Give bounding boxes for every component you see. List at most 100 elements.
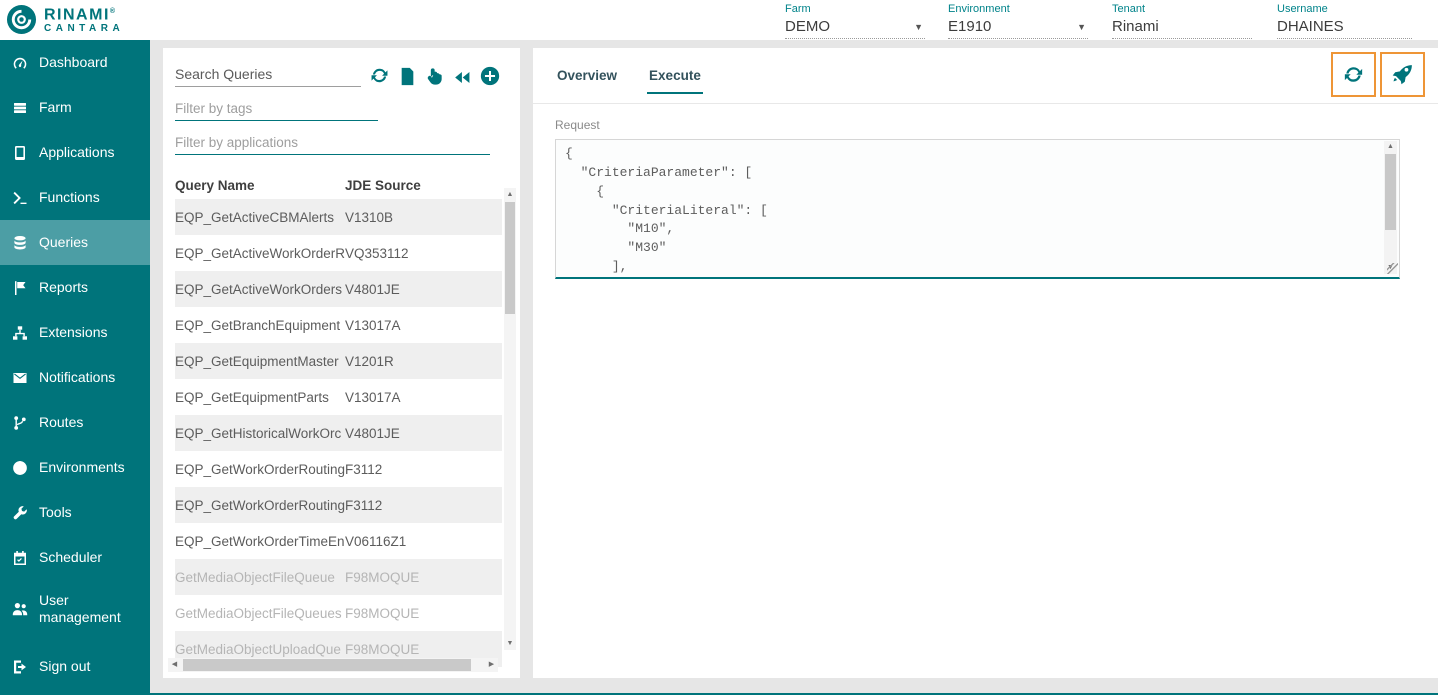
table-row[interactable]: EQP_GetBranchEquipmentV13017A — [175, 307, 502, 343]
notifications-icon — [12, 369, 29, 386]
query-toolbar — [163, 48, 520, 87]
farm-label: Farm — [785, 3, 925, 16]
rocket-icon — [1390, 62, 1415, 87]
queries-icon — [12, 234, 29, 251]
sidebar-item-tools[interactable]: Tools — [0, 490, 150, 535]
table-row[interactable]: EQP_GetWorkOrderTimeEnV06116Z1 — [175, 523, 502, 559]
environment-select[interactable]: E1910 ▼ — [948, 16, 1088, 39]
sidebar-item-user-management[interactable]: User management — [0, 580, 150, 638]
sidebar-item-extensions[interactable]: Extensions — [0, 310, 150, 355]
tabs-bar: Overview Execute — [533, 48, 1438, 104]
table-row[interactable]: EQP_GetWorkOrderRoutingF3112 — [175, 487, 502, 523]
user-management-icon — [12, 601, 29, 618]
table-row[interactable]: GetMediaObjectFileQueueF98MOQUE — [175, 559, 502, 595]
farm-icon — [12, 99, 29, 116]
top-header: RINAMI® CANTARA Farm DEMO ▼ Environment … — [0, 0, 1438, 40]
search-queries-input[interactable] — [175, 62, 361, 87]
query-list-horizontal-scrollbar[interactable]: ◀ ▶ — [168, 658, 498, 672]
dashboard-icon — [12, 54, 29, 71]
request-json-textarea[interactable]: { "CriteriaParameter": [ { "CriteriaLite… — [555, 139, 1400, 279]
rinami-logo-icon — [6, 4, 37, 35]
farm-select[interactable]: DEMO ▼ — [785, 16, 925, 39]
tenant-field: Tenant Rinami — [1112, 3, 1252, 39]
username-value: DHAINES — [1277, 16, 1412, 39]
column-header-query-name[interactable]: Query Name — [175, 178, 345, 193]
tenant-value: Rinami — [1112, 16, 1252, 39]
table-row[interactable]: GetMediaObjectFileQueuesF98MOQUE — [175, 595, 502, 631]
scroll-right-icon[interactable]: ▶ — [485, 658, 498, 672]
request-label: Request — [555, 118, 1416, 132]
applications-icon — [12, 144, 29, 161]
fast-backward-icon[interactable] — [451, 68, 472, 87]
sidebar-item-sign-out[interactable]: Sign out — [0, 644, 150, 689]
brand: RINAMI® CANTARA — [6, 4, 124, 35]
sidebar-item-applications[interactable]: Applications — [0, 130, 150, 175]
scroll-up-icon[interactable]: ▲ — [504, 188, 516, 201]
brand-text: RINAMI® CANTARA — [44, 4, 124, 35]
environment-label: Environment — [948, 3, 1088, 16]
farm-value: DEMO — [785, 16, 830, 38]
scroll-down-icon[interactable]: ▼ — [504, 637, 516, 650]
username-label: Username — [1277, 3, 1412, 16]
query-table: Query Name JDE Source EQP_GetActiveCBMAl… — [175, 171, 502, 667]
table-row[interactable]: EQP_GetEquipmentPartsV13017A — [175, 379, 502, 415]
sidebar-item-notifications[interactable]: Notifications — [0, 355, 150, 400]
table-row[interactable]: EQP_GetActiveCBMAlertsV1310B — [175, 199, 502, 235]
table-row[interactable]: EQP_GetHistoricalWorkOrcV4801JE — [175, 415, 502, 451]
extensions-icon — [12, 324, 29, 341]
sign-out-icon — [12, 658, 29, 675]
registered-mark: ® — [110, 8, 115, 15]
sidebar-item-farm[interactable]: Farm — [0, 85, 150, 130]
sidebar-item-functions[interactable]: Functions — [0, 175, 150, 220]
filter-tags-input[interactable] — [175, 96, 378, 121]
refresh-icon — [1341, 62, 1366, 87]
scheduler-icon — [12, 549, 29, 566]
environments-icon — [12, 459, 29, 476]
functions-icon — [12, 189, 29, 206]
sidebar-item-scheduler[interactable]: Scheduler — [0, 535, 150, 580]
hand-pointer-icon[interactable] — [424, 66, 444, 87]
table-row[interactable]: EQP_GetActiveWorkOrderRVQ353112 — [175, 235, 502, 271]
table-body: EQP_GetActiveCBMAlertsV1310B EQP_GetActi… — [175, 199, 502, 667]
sidebar-item-queries[interactable]: Queries — [0, 220, 150, 265]
refresh-button[interactable] — [1331, 52, 1376, 97]
filter-applications-input[interactable] — [175, 130, 490, 155]
query-list-vertical-scrollbar[interactable]: ▲ ▼ — [504, 188, 516, 650]
tab-overview[interactable]: Overview — [555, 48, 619, 103]
action-buttons — [1331, 52, 1425, 97]
execute-tab-content: Request { "CriteriaParameter": [ { "Crit… — [533, 104, 1438, 279]
tenant-label: Tenant — [1112, 3, 1252, 16]
scroll-left-icon[interactable]: ◀ — [168, 658, 181, 672]
reports-icon — [12, 279, 29, 296]
scrollbar-thumb[interactable] — [1385, 154, 1396, 230]
brand-name: RINAMI® — [44, 4, 124, 23]
routes-icon — [12, 414, 29, 431]
main-content: Query Name JDE Source EQP_GetActiveCBMAl… — [150, 40, 1438, 695]
scroll-up-icon[interactable]: ▲ — [1384, 141, 1397, 153]
table-row[interactable]: EQP_GetActiveWorkOrdersV4801JE — [175, 271, 502, 307]
chevron-down-icon: ▼ — [914, 16, 923, 38]
sidebar-item-reports[interactable]: Reports — [0, 265, 150, 310]
add-query-icon[interactable] — [479, 65, 501, 87]
export-excel-icon[interactable] — [398, 66, 417, 87]
scrollbar-thumb[interactable] — [505, 202, 515, 314]
table-row[interactable]: EQP_GetEquipmentMasterV1201R — [175, 343, 502, 379]
sync-queries-icon[interactable] — [368, 64, 391, 87]
tools-icon — [12, 504, 29, 521]
username-field: Username DHAINES — [1277, 3, 1412, 39]
sidebar: Dashboard Farm Applications Functions Qu… — [0, 40, 150, 695]
tab-execute[interactable]: Execute — [647, 48, 703, 103]
request-scrollbar[interactable]: ▲ ▼ — [1384, 141, 1397, 274]
column-header-jde-source[interactable]: JDE Source — [345, 178, 502, 193]
execute-query-button[interactable] — [1380, 52, 1425, 97]
environment-field: Environment E1910 ▼ — [948, 3, 1088, 39]
table-header: Query Name JDE Source — [175, 171, 502, 199]
environment-value: E1910 — [948, 16, 991, 38]
sidebar-item-dashboard[interactable]: Dashboard — [0, 40, 150, 85]
scrollbar-thumb[interactable] — [183, 659, 471, 671]
brand-subname: CANTARA — [44, 23, 124, 35]
sidebar-item-environments[interactable]: Environments — [0, 445, 150, 490]
resize-grip[interactable] — [1387, 263, 1398, 274]
table-row[interactable]: EQP_GetWorkOrderRoutingF3112 — [175, 451, 502, 487]
sidebar-item-routes[interactable]: Routes — [0, 400, 150, 445]
